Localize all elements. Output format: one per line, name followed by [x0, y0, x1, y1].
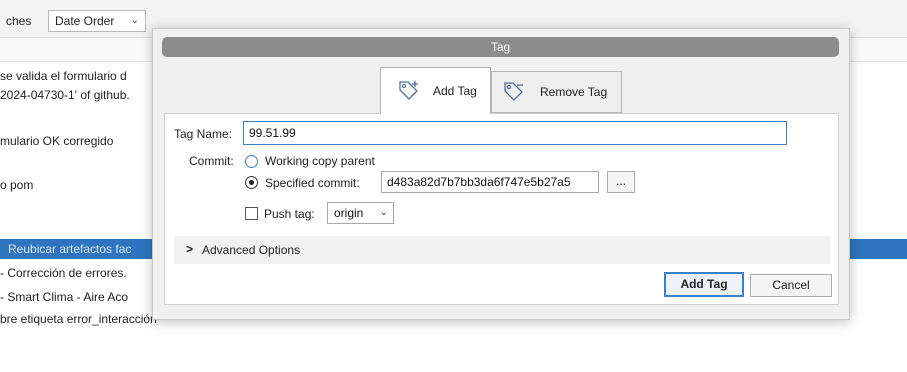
tag-add-icon: [397, 79, 421, 103]
commit-message: Reubicar artefactos fac: [8, 242, 132, 256]
tab-remove-tag[interactable]: Remove Tag: [491, 71, 622, 113]
specified-commit-input[interactable]: d483a82d7b7bb3da6f747e5b27a5: [381, 171, 599, 193]
tag-form-panel: Tag Name: Commit: Working copy parent Sp…: [164, 113, 839, 305]
specified-commit-label: Specified commit:: [265, 176, 360, 190]
commit-row[interactable]: o pom: [0, 175, 33, 195]
push-tag-checkbox[interactable]: [245, 207, 258, 220]
commit-message: mulario OK corregido: [0, 134, 114, 148]
working-copy-radio[interactable]: [245, 155, 258, 168]
tag-dialog: Tag Add Tag Remove Tag Tag Name: Commit:…: [152, 28, 850, 320]
working-copy-label: Working copy parent: [265, 154, 375, 168]
commit-message: o pom: [0, 178, 34, 192]
commit-message: - Smart Clima - Aire Aco: [0, 290, 129, 304]
tab-add-tag-label: Add Tag: [433, 84, 477, 98]
commit-message: 2024-04730-1' of github.: [0, 88, 130, 102]
tag-name-input[interactable]: [243, 121, 787, 145]
advanced-options-expander[interactable]: > Advanced Options: [174, 236, 830, 264]
browse-commit-button[interactable]: ...: [607, 171, 635, 193]
specified-commit-value: d483a82d7b7bb3da6f747e5b27a5: [387, 175, 571, 189]
order-dropdown[interactable]: Date Order ⌄: [48, 10, 146, 32]
add-tag-button[interactable]: Add Tag: [664, 272, 744, 297]
dialog-title: Tag: [490, 40, 511, 54]
commit-row[interactable]: se valida el formulario d: [0, 66, 127, 86]
remote-select[interactable]: origin ⌄: [327, 202, 394, 224]
push-tag-label: Push tag:: [264, 207, 315, 221]
branches-label: ches: [6, 14, 32, 28]
commit-message: bre etiqueta error_interacción: [0, 312, 157, 326]
commit-row[interactable]: mulario OK corregido: [0, 131, 113, 151]
tab-remove-tag-label: Remove Tag: [540, 85, 608, 99]
dialog-title-bar[interactable]: Tag: [162, 37, 839, 57]
cancel-button[interactable]: Cancel: [750, 274, 832, 297]
chevron-down-icon: ⌄: [379, 207, 388, 218]
commit-label: Commit:: [189, 154, 234, 168]
advanced-options-label: Advanced Options: [202, 243, 301, 257]
browse-commit-label: ...: [615, 174, 626, 188]
commit-row[interactable]: bre etiqueta error_interacción: [0, 309, 157, 329]
add-tag-button-label: Add Tag: [680, 277, 728, 291]
chevron-right-icon: >: [186, 242, 194, 256]
tab-add-tag[interactable]: Add Tag: [380, 67, 491, 114]
specified-commit-radio[interactable]: [245, 176, 258, 189]
commit-row[interactable]: - Smart Clima - Aire Aco: [0, 287, 128, 307]
chevron-down-icon: ⌄: [130, 15, 139, 26]
commit-message: se valida el formulario d: [0, 69, 127, 83]
tag-remove-icon: [502, 80, 526, 104]
order-dropdown-value: Date Order: [55, 14, 115, 28]
tag-name-label: Tag Name:: [174, 127, 233, 141]
remote-select-value: origin: [334, 206, 364, 220]
commit-message: - Corrección de errores.: [0, 266, 127, 280]
commit-row[interactable]: - Corrección de errores.: [0, 263, 127, 283]
cancel-button-label: Cancel: [772, 278, 810, 292]
commit-row[interactable]: 2024-04730-1' of github.: [0, 85, 130, 105]
